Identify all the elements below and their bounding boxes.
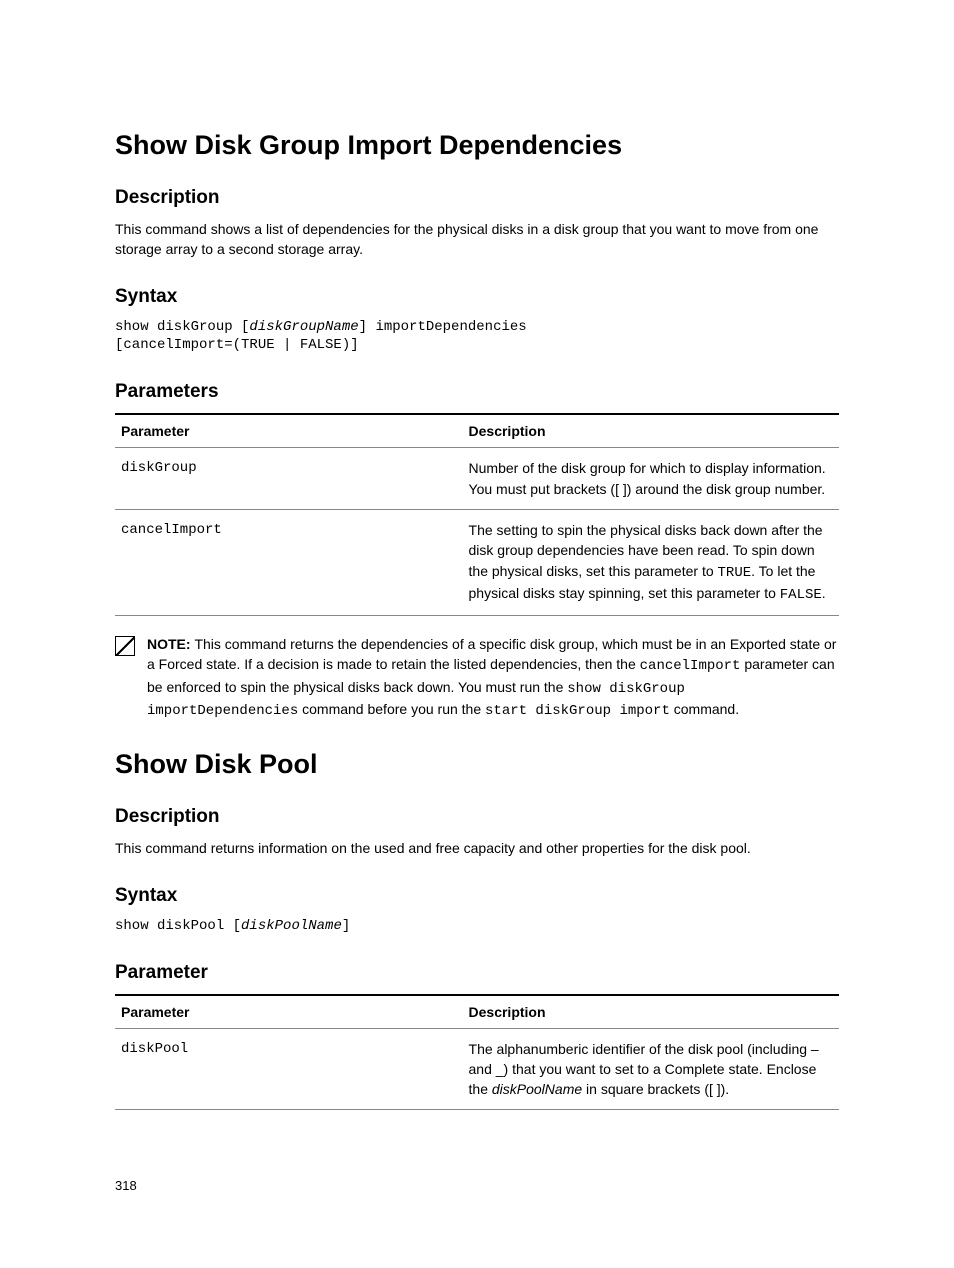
note-label: NOTE: (147, 636, 194, 652)
note-icon (115, 636, 135, 656)
desc-text: in square brackets ([ ]). (582, 1081, 729, 1097)
document-page: Show Disk Group Import Dependencies Desc… (0, 0, 954, 1268)
parameter-description: Number of the disk group for which to di… (463, 448, 839, 510)
section-title: Show Disk Group Import Dependencies (115, 130, 839, 161)
parameters-heading: Parameters (115, 381, 839, 403)
code-variable: diskGroupName (249, 319, 358, 335)
variable-inline: diskPoolName (492, 1081, 582, 1097)
code-text: ] (342, 918, 350, 934)
parameter-heading: Parameter (115, 962, 839, 984)
code-text: show diskPool [ (115, 918, 241, 934)
code-inline: cancelImport (640, 658, 741, 674)
table-row: cancelImport The setting to spin the phy… (115, 509, 839, 615)
parameter-table: Parameter Description diskPool The alpha… (115, 994, 839, 1111)
description-heading: Description (115, 806, 839, 828)
syntax-heading: Syntax (115, 286, 839, 308)
parameter-description: The setting to spin the physical disks b… (463, 509, 839, 615)
code-inline: TRUE (718, 565, 752, 581)
note-text: NOTE: This command returns the dependenc… (147, 634, 839, 721)
note-block: NOTE: This command returns the dependenc… (115, 634, 839, 721)
page-number: 318 (115, 1178, 137, 1193)
section-title: Show Disk Pool (115, 749, 839, 780)
table-row: diskGroup Number of the disk group for w… (115, 448, 839, 510)
table-header-parameter: Parameter (115, 414, 463, 448)
parameters-table: Parameter Description diskGroup Number o… (115, 413, 839, 616)
table-header-parameter: Parameter (115, 995, 463, 1029)
parameter-name: diskGroup (115, 448, 463, 510)
code-inline: start diskGroup import (485, 703, 670, 719)
table-row: diskPool The alphanumberic identifier of… (115, 1028, 839, 1110)
description-text: This command returns information on the … (115, 838, 839, 858)
parameter-description: The alphanumberic identifier of the disk… (463, 1028, 839, 1110)
description-text: This command shows a list of dependencie… (115, 219, 839, 260)
syntax-heading: Syntax (115, 885, 839, 907)
description-heading: Description (115, 187, 839, 209)
parameter-name: cancelImport (115, 509, 463, 615)
code-inline: FALSE (780, 587, 822, 603)
code-variable: diskPoolName (241, 918, 342, 934)
table-header-description: Description (463, 414, 839, 448)
syntax-code-block: show diskGroup [diskGroupName] importDep… (115, 318, 839, 356)
note-segment: command before you run the (298, 701, 485, 717)
parameter-name: diskPool (115, 1028, 463, 1110)
code-text: show diskGroup [ (115, 319, 249, 335)
table-header-description: Description (463, 995, 839, 1029)
syntax-code-block: show diskPool [diskPoolName] (115, 917, 839, 936)
desc-text: . (822, 585, 826, 601)
note-segment: command. (670, 701, 739, 717)
